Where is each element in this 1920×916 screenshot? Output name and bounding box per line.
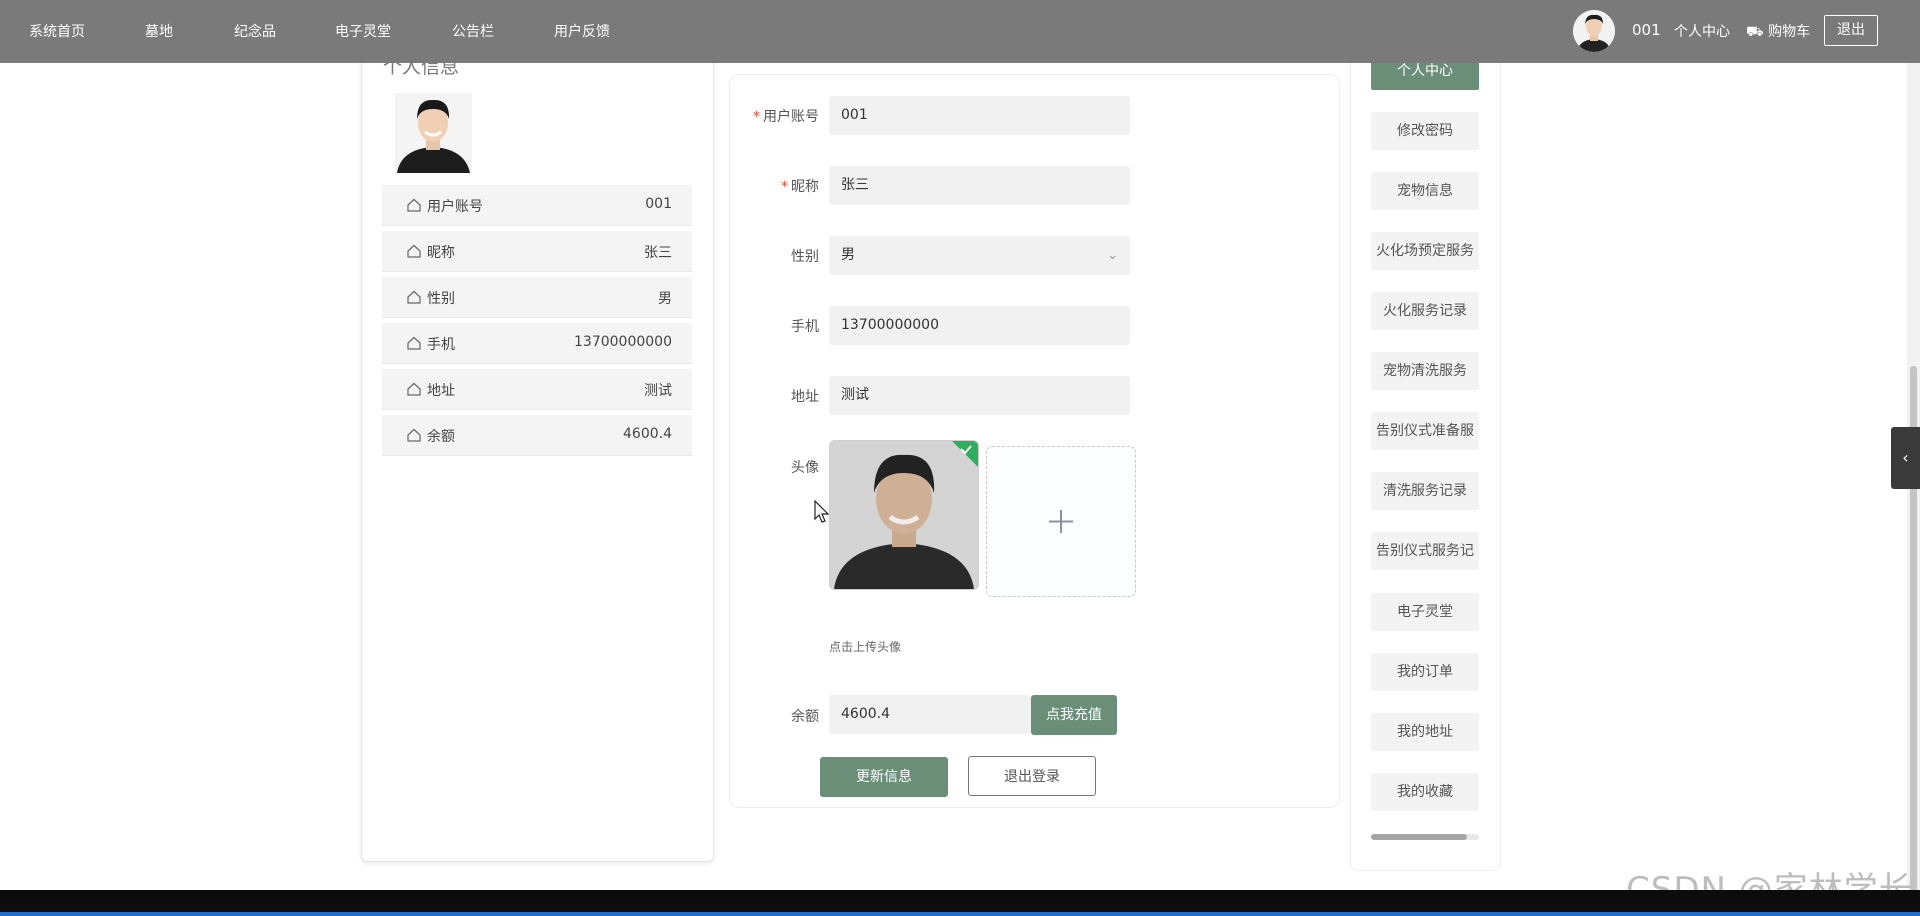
nav-cemetery[interactable]: 墓地 <box>145 21 173 41</box>
profile-row-label: 昵称 <box>427 245 455 261</box>
logout-button[interactable]: 退出 <box>1824 15 1878 46</box>
nav-feedback[interactable]: 用户反馈 <box>554 21 610 41</box>
menu-item-cremation-booking[interactable]: 火化场预定服务 <box>1371 232 1479 270</box>
balance-input[interactable]: 4600.4 <box>829 695 1031 734</box>
profile-avatar <box>395 93 472 173</box>
profile-row-value: 测试 <box>644 383 672 399</box>
address-label: 地址 <box>791 389 819 405</box>
gender-select[interactable]: 男 ⌄ <box>829 236 1130 275</box>
nav-bulletin[interactable]: 公告栏 <box>452 21 494 41</box>
profile-row-value: 001 <box>645 196 672 212</box>
nickname-input[interactable]: 张三 <box>829 166 1130 205</box>
menu-item-my-orders[interactable]: 我的订单 <box>1371 653 1479 691</box>
home-icon <box>407 382 421 396</box>
home-icon <box>407 244 421 258</box>
avatar[interactable] <box>1573 10 1615 52</box>
menu-item-pet-info[interactable]: 宠物信息 <box>1371 172 1479 210</box>
profile-row-value: 4600.4 <box>623 426 672 442</box>
cart-icon: ⛟ <box>1746 24 1764 40</box>
home-icon <box>407 290 421 304</box>
top-nav: 系统首页 墓地 纪念品 电子灵堂 公告栏 用户反馈 001 个人中心 ⛟ 购物车… <box>0 0 1920 63</box>
phone-label: 手机 <box>791 319 819 335</box>
avatar-label: 头像 <box>791 460 819 476</box>
menu-item-memorial-hall[interactable]: 电子灵堂 <box>1371 593 1479 631</box>
recharge-button[interactable]: 点我充值 <box>1031 695 1117 735</box>
profile-row-gender: 性别 男 <box>382 277 692 318</box>
chevron-down-icon: ⌄ <box>1107 248 1118 263</box>
profile-row-account: 用户账号 001 <box>382 185 692 226</box>
balance-label: 余额 <box>791 709 819 725</box>
taskbar-accent <box>0 912 1920 916</box>
nickname-label: * 昵称 <box>781 179 819 195</box>
menu-item-farewell-prep[interactable]: 告别仪式准备服 <box>1371 412 1479 450</box>
profile-row-balance: 余额 4600.4 <box>382 415 692 456</box>
home-icon <box>407 428 421 442</box>
avatar-preview[interactable] <box>829 440 979 590</box>
menu-item-change-password[interactable]: 修改密码 <box>1371 112 1479 150</box>
profile-row-address: 地址 测试 <box>382 369 692 410</box>
profile-row-value: 张三 <box>644 245 672 261</box>
gender-label: 性别 <box>791 249 819 265</box>
menu-scrollbar[interactable] <box>1371 834 1479 840</box>
logout-account-button[interactable]: 退出登录 <box>968 756 1096 796</box>
menu-item-cremation-records[interactable]: 火化服务记录 <box>1371 292 1479 330</box>
collapse-tab[interactable]: ‹ <box>1891 427 1920 489</box>
user-center-link[interactable]: 个人中心 <box>1674 21 1730 41</box>
account-input[interactable]: 001 <box>829 96 1130 135</box>
chevron-left-icon: ‹ <box>1902 448 1909 467</box>
account-label: * 用户账号 <box>753 109 819 125</box>
nav-souvenir[interactable]: 纪念品 <box>234 21 276 41</box>
profile-row-label: 用户账号 <box>427 199 483 215</box>
upload-hint: 点击上传头像 <box>829 640 902 654</box>
menu-scrollbar-thumb[interactable] <box>1371 834 1467 840</box>
profile-row-label: 性别 <box>427 291 455 307</box>
menu-item-farewell-records[interactable]: 告别仪式服务记 <box>1371 532 1479 570</box>
avatar-upload-button[interactable] <box>986 446 1136 597</box>
profile-row-nickname: 昵称 张三 <box>382 231 692 272</box>
profile-row-phone: 手机 13700000000 <box>382 323 692 364</box>
update-info-button[interactable]: 更新信息 <box>820 757 948 797</box>
home-icon <box>407 198 421 212</box>
profile-row-label: 余额 <box>427 429 455 445</box>
profile-row-label: 地址 <box>427 383 455 399</box>
nav-memorial-hall[interactable]: 电子灵堂 <box>335 21 391 41</box>
username: 001 <box>1632 21 1661 39</box>
cart-label: 购物车 <box>1768 24 1811 40</box>
menu-item-my-address[interactable]: 我的地址 <box>1371 713 1479 751</box>
cart-link[interactable]: ⛟ 购物车 <box>1746 21 1810 42</box>
profile-row-value: 13700000000 <box>574 334 672 350</box>
menu-item-my-favorites[interactable]: 我的收藏 <box>1371 773 1479 811</box>
menu-item-washing-records[interactable]: 清洗服务记录 <box>1371 472 1479 510</box>
phone-input[interactable]: 13700000000 <box>829 306 1130 345</box>
profile-row-value: 男 <box>658 291 672 307</box>
taskbar <box>0 890 1920 916</box>
plus-icon <box>1049 510 1073 533</box>
address-input[interactable]: 测试 <box>829 376 1130 415</box>
menu-item-pet-washing[interactable]: 宠物清洗服务 <box>1371 352 1479 390</box>
nav-home[interactable]: 系统首页 <box>29 21 85 41</box>
mouse-cursor-icon <box>814 500 830 523</box>
gender-select-value: 男 <box>841 247 855 263</box>
profile-row-label: 手机 <box>427 337 455 353</box>
home-icon <box>407 336 421 350</box>
